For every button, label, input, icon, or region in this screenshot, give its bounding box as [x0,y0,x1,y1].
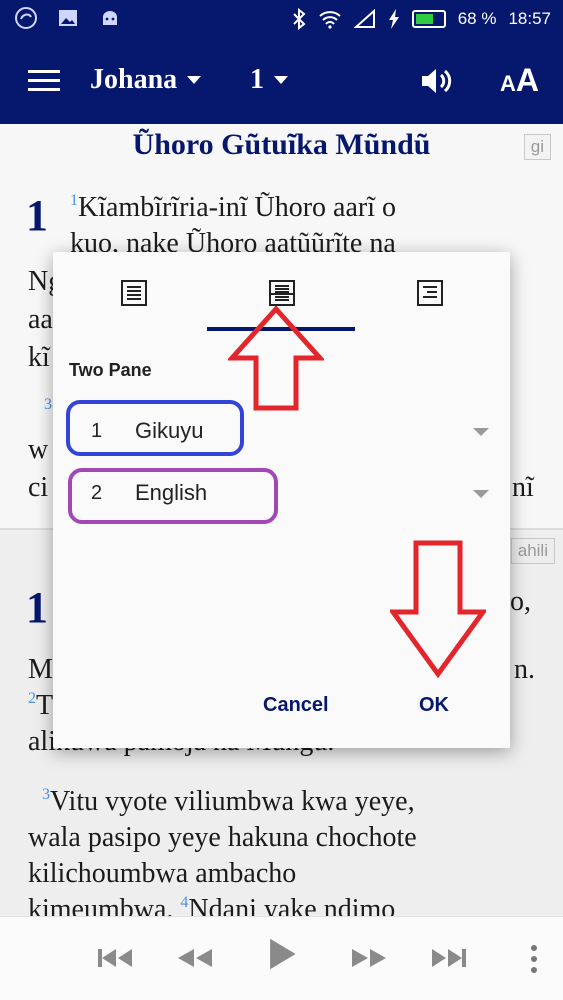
verse-line: n. [514,654,535,685]
battery-icon [411,10,446,28]
two-pane-icon[interactable] [267,278,297,308]
ok-button[interactable]: OK [419,694,449,717]
dropdown-arrow-icon [473,490,489,498]
menu-icon[interactable] [28,70,60,92]
section-label: Two Pane [69,360,152,380]
status-bar: 68 % 18:57 [0,0,563,38]
chapter-heading: 1 [26,583,48,632]
clock: 18:57 [508,9,551,28]
verse-line: wala pasipo yeye hakuna chochote [28,822,417,853]
cancel-button[interactable]: Cancel [263,694,329,717]
charging-icon [388,9,399,29]
verse-line: kimeumbwa. 4Ndani yake ndimo [28,894,396,916]
verse-line: w [28,434,49,465]
chapter-selector[interactable]: 1 [250,64,288,96]
verse-line: kilichoumbwa ambacho [28,858,297,889]
verse-line: M [28,654,53,685]
pane-title: Ũhoro Gũtuĩka Mũndũ [132,128,431,161]
dropdown-arrow-icon [473,428,489,436]
app-icon [15,7,37,29]
language-tag[interactable]: ahili [510,538,555,564]
more-vert-icon[interactable] [531,945,537,978]
book-name: Johana [90,64,178,95]
fast-forward-icon[interactable] [350,941,388,975]
chapter-heading: 1 [26,191,48,240]
verse-line: o, [510,586,531,617]
verse-line: 1Kĩambĩrĩria-inĩ Ũhoro aarĩ o [70,192,397,223]
speaker-icon[interactable] [420,66,454,96]
verse-number: 3 [44,396,52,413]
skip-next-icon[interactable] [428,941,468,975]
signal-icon [353,9,375,28]
verse-line: 2T [28,690,54,721]
verse-line: aa [28,304,53,335]
language-tag[interactable]: gi [523,134,551,160]
single-pane-icon[interactable] [119,278,149,308]
battery-percent: 68 % [457,9,497,28]
skip-previous-icon[interactable] [96,941,136,975]
verse-line: nĩ [512,472,534,503]
chevron-down-icon [274,76,288,84]
android-icon [103,11,117,25]
verse-number: 3 [42,786,50,803]
up-arrow-icon [228,306,324,411]
rewind-icon[interactable] [176,941,214,975]
wifi-icon [319,11,341,29]
verse-line: 3 [44,396,52,428]
text-size-icon[interactable]: AA [500,62,539,99]
chapter-number: 1 [250,64,264,95]
highlight-box-purple [68,468,278,524]
verse-number: 2 [28,690,36,707]
verse-by-verse-icon[interactable] [415,278,445,308]
app-bar: Johana 1 AA [0,38,563,124]
verse-line: 3Vitu vyote viliumbwa kwa yeye, [42,786,415,817]
bluetooth-icon [292,8,306,30]
book-selector[interactable]: Johana [90,64,202,96]
chevron-down-icon [187,76,202,84]
highlight-box-blue [66,400,244,456]
verse-number: 1 [70,192,78,209]
verse-line: kĩ [28,342,50,373]
audio-player-bar [0,916,563,1000]
image-icon [59,10,77,26]
play-icon[interactable] [264,937,300,971]
down-arrow-icon [390,540,486,678]
verse-line: ci [28,472,49,503]
